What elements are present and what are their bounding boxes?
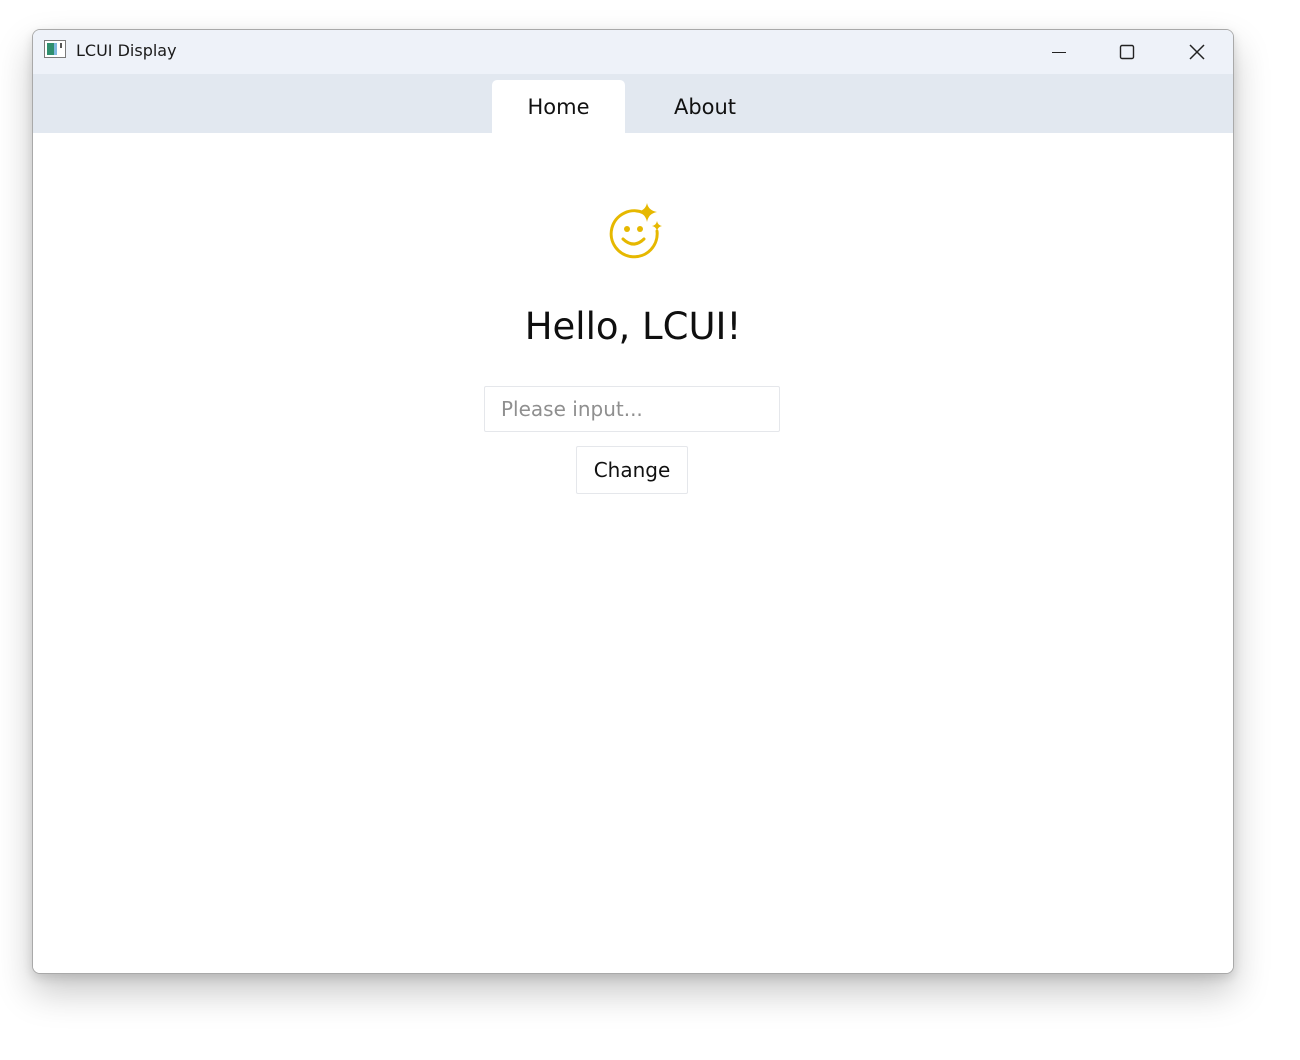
tab-about[interactable]: About — [638, 80, 772, 133]
text-input[interactable] — [484, 386, 780, 432]
app-icon — [44, 40, 66, 58]
title-bar[interactable]: LCUI Display — [33, 30, 1233, 74]
tab-home[interactable]: Home — [492, 80, 625, 133]
minimize-button[interactable] — [1025, 30, 1093, 74]
app-window: LCUI Display Home About Hello, LCUI! Ple… — [32, 29, 1234, 974]
tab-bar: Home About — [33, 74, 1233, 133]
maximize-button[interactable] — [1093, 30, 1161, 74]
minimize-icon — [1052, 52, 1066, 53]
home-panel: Hello, LCUI! Change — [33, 133, 1233, 973]
close-button[interactable] — [1163, 30, 1231, 74]
window-title: LCUI Display — [76, 41, 177, 60]
close-icon — [1189, 44, 1205, 60]
greeting-heading: Hello, LCUI! — [524, 305, 742, 348]
change-button[interactable]: Change — [576, 446, 688, 494]
smile-sparkle-icon — [609, 203, 662, 259]
maximize-icon — [1119, 44, 1135, 60]
